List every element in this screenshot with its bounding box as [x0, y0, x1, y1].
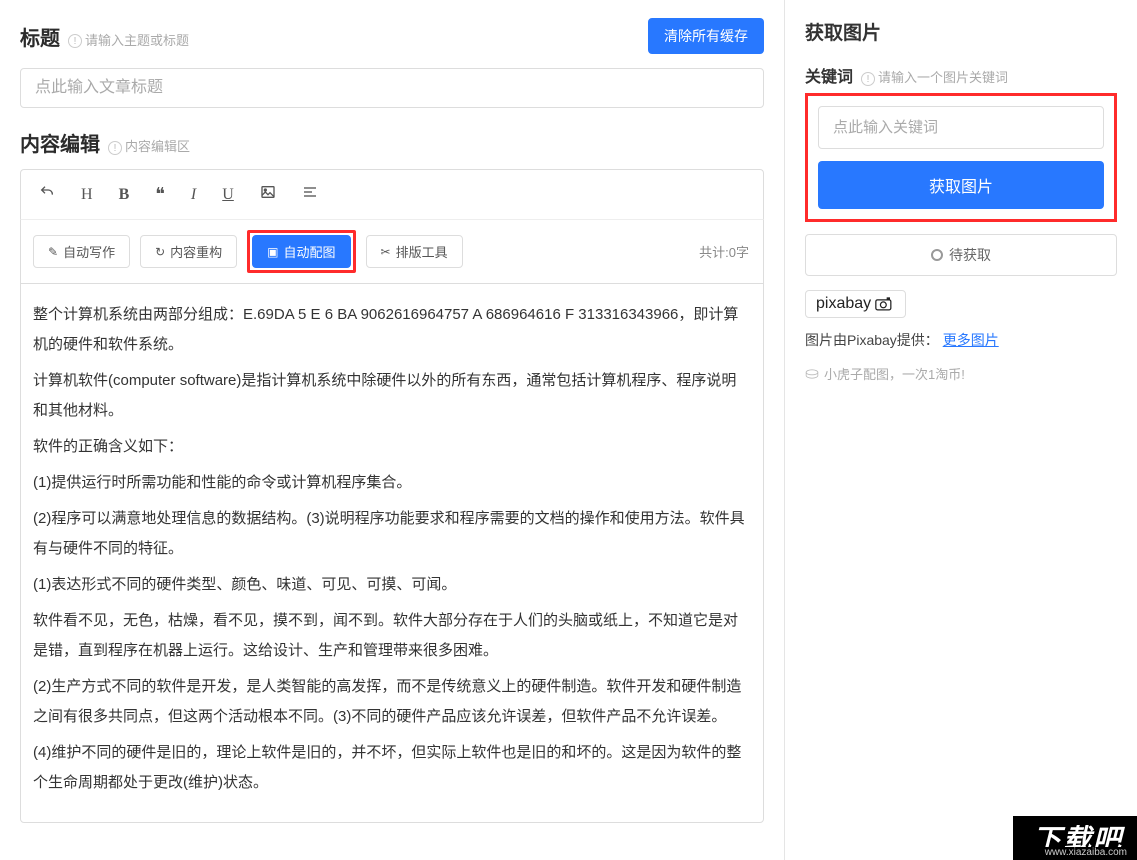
pending-button[interactable]: 待获取 — [805, 234, 1117, 276]
circle-icon — [931, 249, 943, 261]
editor-paragraph: (1)提供运行时所需功能和性能的命令或计算机程序集合。 — [33, 468, 751, 498]
info-icon: ! — [108, 141, 122, 155]
editor-paragraph: 整个计算机系统由两部分组成：E.69DA 5 E 6 BA 9062616964… — [33, 300, 751, 360]
refresh-icon: ↻ — [155, 245, 165, 259]
keyword-input[interactable] — [818, 106, 1104, 149]
editor-paragraph: (1)表达形式不同的硬件类型、颜色、味道、可见、可摸、可闻。 — [33, 570, 751, 600]
tool-icon: ✂ — [381, 245, 391, 259]
keyword-hint: !请输入一个图片关键词 — [861, 67, 1008, 86]
editor-paragraph: 计算机软件(computer software)是指计算机系统中除硬件以外的所有… — [33, 366, 751, 426]
editor-paragraph: (4)维护不同的硬件是旧的，理论上软件是旧的，并不坏，但实际上软件也是旧的和坏的… — [33, 738, 751, 798]
editor-paragraph: (2)程序可以满意地处理信息的数据结构。(3)说明程序功能要求和程序需要的文档的… — [33, 504, 751, 564]
layout-tool-button[interactable]: ✂排版工具 — [366, 235, 463, 268]
editor-paragraph: 软件的正确含义如下： — [33, 432, 751, 462]
article-title-input[interactable] — [20, 68, 764, 108]
cost-text: 小虎子配图，一次1淘币! — [805, 364, 1117, 383]
editor-paragraph: (2)生产方式不同的软件是开发，是人类智能的高发挥，而不是传统意义上的硬件制造。… — [33, 672, 751, 732]
content-section-label: 内容编辑 — [20, 128, 100, 157]
content-editor[interactable]: 整个计算机系统由两部分组成：E.69DA 5 E 6 BA 9062616964… — [20, 283, 764, 823]
fetch-image-button[interactable]: 获取图片 — [818, 161, 1104, 209]
auto-image-button[interactable]: ▣自动配图 — [252, 235, 350, 268]
auto-write-button[interactable]: ✎自动写作 — [33, 235, 130, 268]
auto-image-highlight: ▣自动配图 — [247, 230, 355, 273]
keyword-label: 关键词 — [805, 63, 853, 87]
quote-icon[interactable]: ❝ — [149, 180, 171, 209]
coin-icon — [805, 369, 819, 379]
align-left-icon[interactable] — [296, 180, 324, 209]
more-images-link[interactable]: 更多图片 — [943, 332, 999, 348]
image-icon[interactable] — [254, 180, 282, 209]
italic-icon[interactable]: I — [185, 182, 202, 208]
info-icon: ! — [861, 72, 875, 86]
word-count: 共计:0字 — [699, 242, 749, 261]
main-panel: 标题 !请输入主题或标题 清除所有缓存 内容编辑 !内容编辑区 H B ❝ I … — [0, 0, 785, 860]
sidebar-title: 获取图片 — [805, 18, 1117, 45]
content-section-hint: !内容编辑区 — [108, 136, 190, 155]
keyword-highlight-box: 获取图片 — [805, 93, 1117, 222]
editor-toolbar: H B ❝ I U — [20, 169, 764, 219]
info-icon: ! — [68, 34, 82, 48]
undo-icon[interactable] — [33, 180, 61, 209]
provider-text: 图片由Pixabay提供： 更多图片 — [805, 330, 1117, 350]
camera-icon — [875, 297, 895, 311]
underline-icon[interactable]: U — [216, 182, 240, 208]
pixabay-badge: pixabay — [805, 290, 906, 318]
bold-icon[interactable]: B — [113, 182, 136, 208]
restructure-button[interactable]: ↻内容重构 — [140, 235, 237, 268]
clear-cache-button[interactable]: 清除所有缓存 — [648, 18, 764, 54]
pencil-icon: ✎ — [48, 245, 58, 259]
sidebar-panel: 获取图片 关键词 !请输入一个图片关键词 获取图片 待获取 pixabay 图片… — [785, 0, 1137, 860]
title-section-hint: !请输入主题或标题 — [68, 30, 189, 49]
title-header: 标题 !请输入主题或标题 清除所有缓存 — [20, 18, 764, 54]
image-small-icon: ▣ — [267, 245, 278, 259]
title-section-label: 标题 — [20, 22, 60, 51]
heading-icon[interactable]: H — [75, 182, 99, 208]
watermark-url: www.xiazaiba.com — [1039, 847, 1133, 858]
editor-action-row: ✎自动写作 ↻内容重构 ▣自动配图 ✂排版工具 共计:0字 — [20, 219, 764, 283]
editor-paragraph: 软件看不见，无色，枯燥，看不见，摸不到，闻不到。软件大部分存在于人们的头脑或纸上… — [33, 606, 751, 666]
